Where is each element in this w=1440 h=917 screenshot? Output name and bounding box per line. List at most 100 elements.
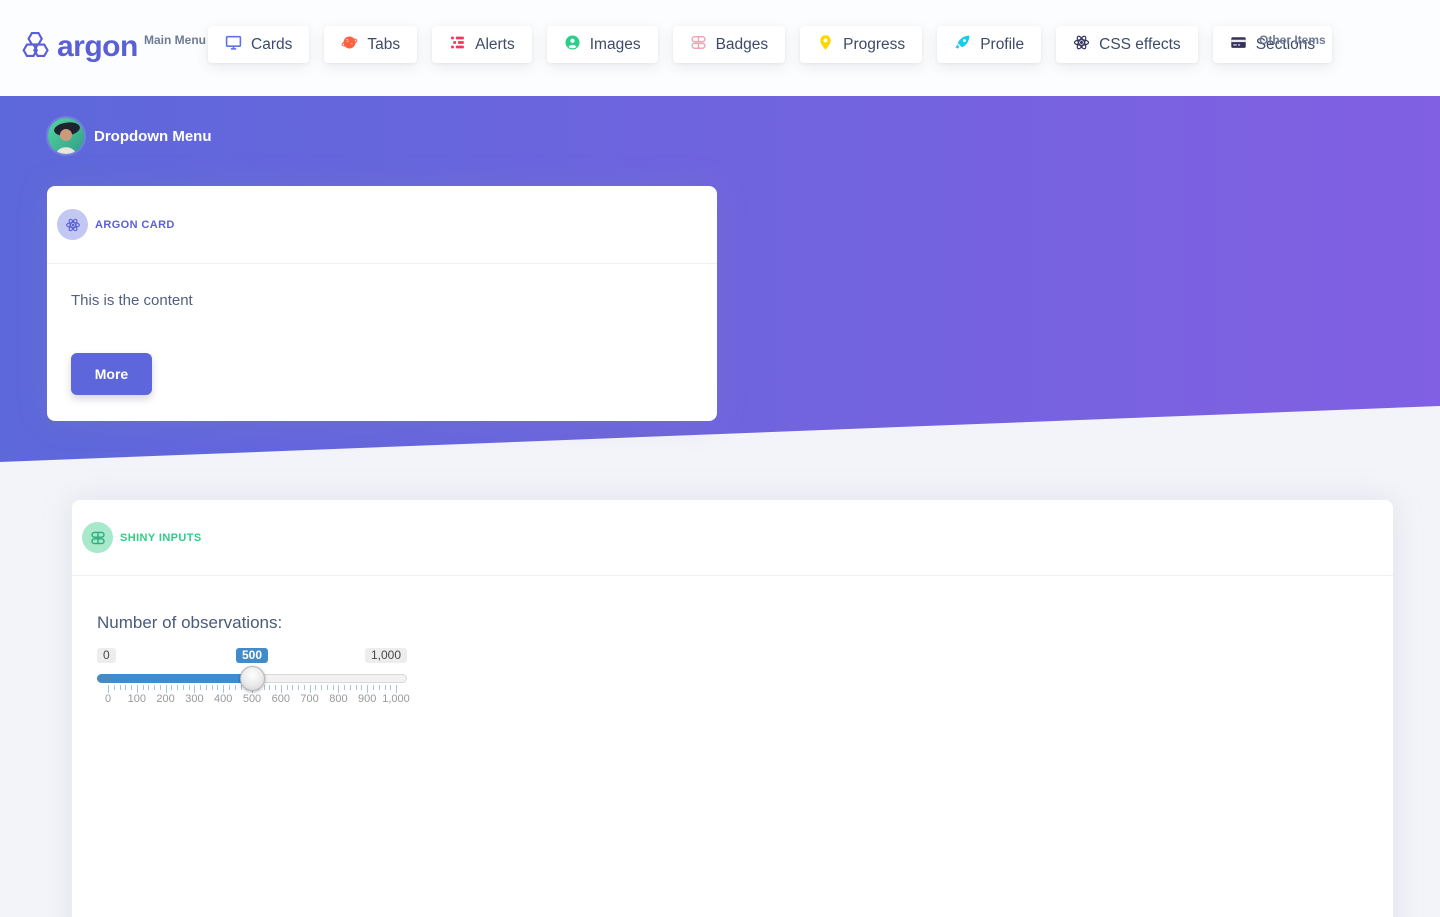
nav-item-label: Profile: [980, 35, 1025, 53]
argon-logo[interactable]: argon: [22, 30, 138, 64]
map-pin-icon: [817, 34, 834, 56]
slider-minor-tick: [361, 685, 363, 690]
slider-minor-tick: [373, 685, 374, 690]
slider-minor-tick: [182, 685, 184, 690]
slider-major-tick: [194, 685, 196, 693]
slider-minor-tick: [211, 685, 213, 690]
slider-minor-tick: [205, 685, 207, 690]
slider-minor-tick: [234, 685, 236, 690]
slider-minor-tick: [315, 685, 317, 690]
nav-item-label: Images: [589, 35, 641, 53]
nav-item-alerts[interactable]: Alerts: [432, 26, 532, 63]
slider-major-tick: [165, 685, 167, 693]
nav-item-cards[interactable]: Cards: [208, 26, 310, 63]
slider-max-label: 1,000: [364, 648, 407, 663]
slider-minor-tick: [390, 685, 392, 690]
more-button[interactable]: More: [71, 353, 152, 395]
slider-grid-label: 200: [156, 693, 175, 705]
slider-minor-tick: [298, 685, 300, 690]
slider-minor-tick: [188, 685, 190, 690]
nav-item-profile[interactable]: Profile: [937, 26, 1042, 63]
shiny-card-title: SHINY INPUTS: [120, 531, 202, 544]
slider-minor-tick: [171, 685, 173, 690]
slider-value-label: 500: [235, 648, 269, 663]
hero-title: Dropdown Menu: [94, 127, 212, 145]
avatar[interactable]: [48, 118, 84, 154]
slider-grid-label: 100: [127, 693, 146, 705]
shiny-card-header: SHINY INPUTS: [72, 500, 1393, 576]
top-navbar: argon Main Menu Cards Tabs Alerts Images…: [0, 0, 1440, 96]
slider-grid-label: 1,000: [382, 693, 410, 705]
brand-wordmark: argon: [57, 30, 138, 63]
slider-label: Number of observations:: [97, 613, 283, 632]
bullet-list-icon: [449, 34, 466, 56]
dropdown-menu-header: Dropdown Menu: [48, 118, 211, 154]
slider-grid-label: 0: [104, 693, 112, 705]
slider-minor-tick: [119, 685, 121, 690]
nav-item-label: CSS effects: [1099, 35, 1181, 53]
slider-minor-tick: [378, 685, 380, 690]
slider-minor-tick: [344, 685, 346, 690]
slider-major-tick: [338, 685, 340, 693]
nav-item-label: Alerts: [475, 35, 515, 53]
atom-icon: [1073, 34, 1090, 56]
main-nav: Cards Tabs Alerts Images Badges Progress…: [208, 26, 1333, 63]
slider-grid-label: 500: [242, 693, 262, 705]
slider-minor-tick: [154, 685, 156, 690]
slider-minor-tick: [148, 685, 150, 690]
ui-toggles-icon: [82, 522, 113, 553]
argon-card: ARGON CARD This is the content More: [47, 186, 717, 421]
observations-slider: 0 500 1,000 0 100 200 300 400 500 600 700 800 900…: [97, 645, 410, 707]
slider-major-tick: [309, 685, 311, 693]
slider-minor-tick: [326, 685, 328, 690]
slider-min-label: 0: [97, 648, 116, 663]
slider-minor-tick: [384, 685, 386, 690]
slider-minor-tick: [303, 685, 305, 690]
slider-major-tick: [108, 685, 109, 693]
slider-minor-tick: [292, 685, 294, 690]
argon-card-title: ARGON CARD: [95, 218, 175, 231]
slider-minor-tick: [200, 685, 202, 690]
slider-minor-tick: [159, 685, 161, 690]
main-menu-label: Main Menu: [144, 33, 206, 47]
slider-minor-tick: [269, 685, 271, 690]
nav-item-label: Progress: [843, 35, 906, 53]
spaceship-icon: [954, 34, 971, 56]
nav-item-css-effects[interactable]: CSS effects: [1056, 26, 1198, 63]
nav-item-label: Badges: [715, 35, 769, 53]
slider-major-tick: [367, 685, 369, 693]
nav-item-images[interactable]: Images: [546, 26, 658, 63]
nav-item-tabs[interactable]: Tabs: [324, 26, 418, 63]
slider-minor-tick: [321, 685, 323, 690]
slider-grid-label: 800: [329, 693, 348, 705]
monitor-icon: [225, 34, 242, 56]
slider-minor-tick: [229, 685, 230, 690]
other-items-label: Other Items: [1259, 33, 1326, 47]
slider-minor-tick: [125, 685, 127, 690]
slider-handle[interactable]: [240, 666, 265, 691]
slider-minor-tick: [286, 685, 288, 690]
nav-item-label: Cards: [251, 35, 293, 53]
argon-hexagons-icon: [22, 31, 50, 63]
user-circle-icon: [564, 34, 581, 56]
slider-grid-label: 400: [214, 693, 233, 705]
slider-minor-tick: [349, 685, 351, 690]
slider-minor-tick: [177, 685, 179, 690]
argon-card-header: ARGON CARD: [47, 186, 717, 264]
slider-minor-tick: [131, 685, 132, 690]
slider-grid-label: 600: [271, 693, 290, 705]
atom-badge-icon: [57, 209, 88, 240]
nav-item-progress[interactable]: Progress: [800, 26, 923, 63]
planet-icon: [341, 34, 358, 56]
credit-card-icon: [1230, 34, 1247, 56]
nav-item-badges[interactable]: Badges: [672, 26, 786, 63]
slider-major-tick: [136, 685, 138, 693]
slider-minor-tick: [217, 685, 219, 690]
slider-minor-tick: [355, 685, 357, 690]
slider-minor-tick: [263, 685, 265, 690]
shiny-inputs-card: SHINY INPUTS Number of observations: 0 5…: [72, 500, 1393, 917]
nav-item-label: Tabs: [367, 35, 401, 53]
pills-icon: [690, 34, 707, 56]
slider-major-tick: [396, 685, 397, 693]
slider-minor-tick: [332, 685, 334, 690]
